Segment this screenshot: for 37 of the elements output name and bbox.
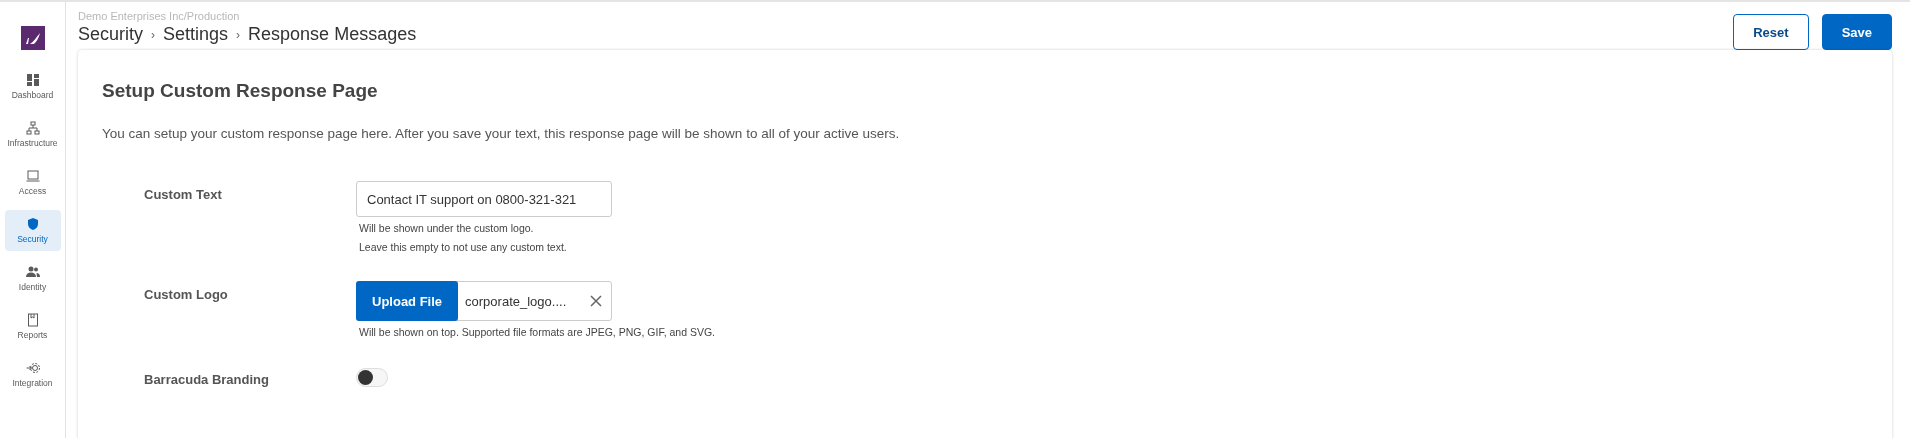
card-title: Setup Custom Response Page xyxy=(102,80,379,102)
sidebar-item[interactable]: Reports xyxy=(4,306,61,347)
field-label: Custom Logo xyxy=(144,286,229,304)
reset-button[interactable]: Reset xyxy=(1733,14,1809,50)
help-text: Leave this empty to not use any custom text. xyxy=(359,240,568,255)
gear-arrow-icon xyxy=(25,361,40,375)
help-text: Will be shown on top. Supported file formats are JPEG, PNG, GIF, and SVG. xyxy=(359,325,716,340)
upload-button[interactable]: Upload File xyxy=(356,281,459,321)
file-name: corporate_logo.... xyxy=(464,293,568,309)
save-button[interactable]: Save xyxy=(1821,14,1892,50)
help-text: Will be shown under the custom logo. xyxy=(359,221,535,236)
sidebar-item[interactable]: Infrastructure xyxy=(4,114,61,155)
sidebar-item[interactable]: Identity xyxy=(4,258,61,299)
hierarchy-icon xyxy=(25,121,40,135)
sidebar-item[interactable]: Dashboard xyxy=(4,66,61,107)
breadcrumb-item: Security xyxy=(78,24,144,45)
people-icon xyxy=(25,265,40,279)
breadcrumb-item: Response Messages xyxy=(248,24,417,45)
breadcrumb-item: Settings xyxy=(163,24,229,45)
breadcrumb-separator: › xyxy=(151,27,156,42)
dashboard-icon xyxy=(25,73,40,87)
sidebar-item[interactable]: Security xyxy=(4,210,61,251)
field-label: Barracuda Branding xyxy=(144,371,270,387)
laptop-icon xyxy=(25,169,40,183)
input-field[interactable]: Contact IT support on 0800-321-321 xyxy=(356,181,612,217)
breadcrumb-separator: › xyxy=(236,27,241,42)
shield-icon xyxy=(25,217,40,231)
logo-icon xyxy=(20,26,45,50)
file-field[interactable]: Upload File corporate_logo.... xyxy=(356,281,612,321)
card-description: You can setup your custom response page here. After you save your text, this response page will be shown to all of your active users. xyxy=(102,126,901,141)
sidebar-item[interactable]: Integration xyxy=(4,354,61,395)
book-icon xyxy=(25,313,40,327)
close-icon[interactable] xyxy=(590,295,602,307)
field-label: Custom Text xyxy=(144,186,223,204)
organization-path: Demo Enterprises Inc/Production xyxy=(78,10,241,22)
toggle-switch[interactable] xyxy=(356,368,388,387)
sidebar-item[interactable]: Access xyxy=(4,162,61,203)
